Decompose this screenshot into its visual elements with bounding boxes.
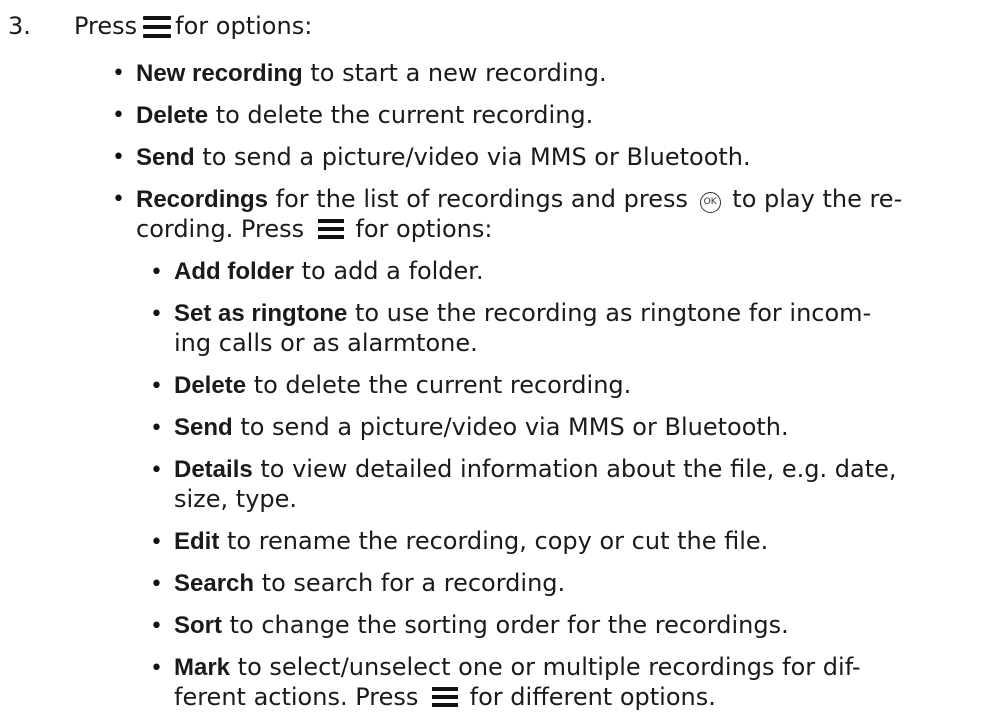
step-number: 3. (8, 12, 31, 40)
description: to search for a recording. (261, 569, 566, 597)
term: Set as ringtone (174, 300, 348, 327)
term: Mark (174, 654, 231, 681)
term: Recordings (136, 186, 269, 213)
sublist-item-add-folder: Add folder to add a folder. (174, 256, 484, 287)
bullet: • (150, 458, 163, 483)
term: Add folder (174, 258, 294, 285)
bullet: • (150, 572, 163, 597)
description: to use the recording as ringtone for inc… (355, 299, 872, 327)
term: Sort (174, 612, 222, 639)
step-text-before: Press (74, 12, 138, 40)
bullet: • (150, 302, 163, 327)
description: to send a picture/video via MMS or Bluet… (202, 143, 751, 171)
step-text-after: for options: (175, 12, 313, 40)
sublist-item-sort: Sort to change the sorting order for the… (174, 610, 789, 641)
term: Send (174, 414, 233, 441)
description: for the list of recordings and press (275, 185, 688, 213)
bullet: • (150, 530, 163, 555)
sublist-item-send: Send to send a picture/video via MMS or … (174, 412, 789, 443)
description: cording. Press (136, 215, 305, 243)
term: Delete (174, 372, 247, 399)
description: to select/unselect one or multiple recor… (237, 653, 861, 681)
bullet: • (112, 145, 125, 170)
list-item-recordings: Recordings for the list of recordings an… (136, 184, 902, 215)
description: size, type. (174, 485, 298, 513)
list-item-recordings-line2: cording. Press for options: (136, 214, 492, 244)
term: Details (174, 456, 253, 483)
sublist-item-details: Details to view detailed information abo… (174, 454, 897, 485)
bullet: • (112, 103, 125, 128)
description-cont: to play the re- (732, 185, 903, 213)
term: Delete (136, 102, 209, 129)
description: to change the sorting order for the reco… (229, 611, 789, 639)
sublist-item-mark-line2: ferent actions. Press for different opti… (174, 682, 716, 712)
bullet: • (150, 416, 163, 441)
bullet: • (150, 374, 163, 399)
bullet: • (112, 61, 125, 86)
sublist-item-mark: Mark to select/unselect one or multiple … (174, 652, 861, 683)
bullet: • (150, 656, 163, 681)
description: ing calls or as alarmtone. (174, 329, 478, 357)
term: New recording (136, 60, 303, 87)
sublist-item-set-as-ringtone-line2: ing calls or as alarmtone. (174, 328, 478, 358)
description: to add a folder. (301, 257, 484, 285)
sublist-item-delete: Delete to delete the current recording. (174, 370, 631, 401)
description: to view detailed information about the f… (260, 455, 897, 483)
bullet: • (150, 614, 163, 639)
description: to delete the current recording. (253, 371, 632, 399)
description: to delete the current recording. (215, 101, 594, 129)
term: Search (174, 570, 255, 597)
sublist-item-search: Search to search for a recording. (174, 568, 565, 599)
description-cont: for different options. (469, 683, 716, 711)
menu-icon (143, 16, 172, 38)
description: to rename the recording, copy or cut the… (226, 527, 769, 555)
list-item-send: Send to send a picture/video via MMS or … (136, 142, 751, 173)
description: to start a new recording. (310, 59, 607, 87)
description: to send a picture/video via MMS or Bluet… (240, 413, 789, 441)
bullet: • (112, 187, 125, 212)
menu-icon (317, 219, 344, 239)
description-cont: for options: (355, 215, 493, 243)
description: ferent actions. Press (174, 683, 419, 711)
sublist-item-edit: Edit to rename the recording, copy or cu… (174, 526, 768, 557)
list-item-delete: Delete to delete the current recording. (136, 100, 593, 131)
list-item-new-recording: New recording to start a new recording. (136, 58, 607, 89)
term: Edit (174, 528, 220, 555)
step-instruction: Press for options: (74, 12, 312, 40)
bullet: • (150, 260, 163, 285)
menu-icon (432, 687, 459, 707)
term: Send (136, 144, 195, 171)
sublist-item-details-line2: size, type. (174, 484, 297, 514)
sublist-item-set-as-ringtone: Set as ringtone to use the recording as … (174, 298, 871, 329)
ok-key-icon: OK (699, 192, 721, 213)
